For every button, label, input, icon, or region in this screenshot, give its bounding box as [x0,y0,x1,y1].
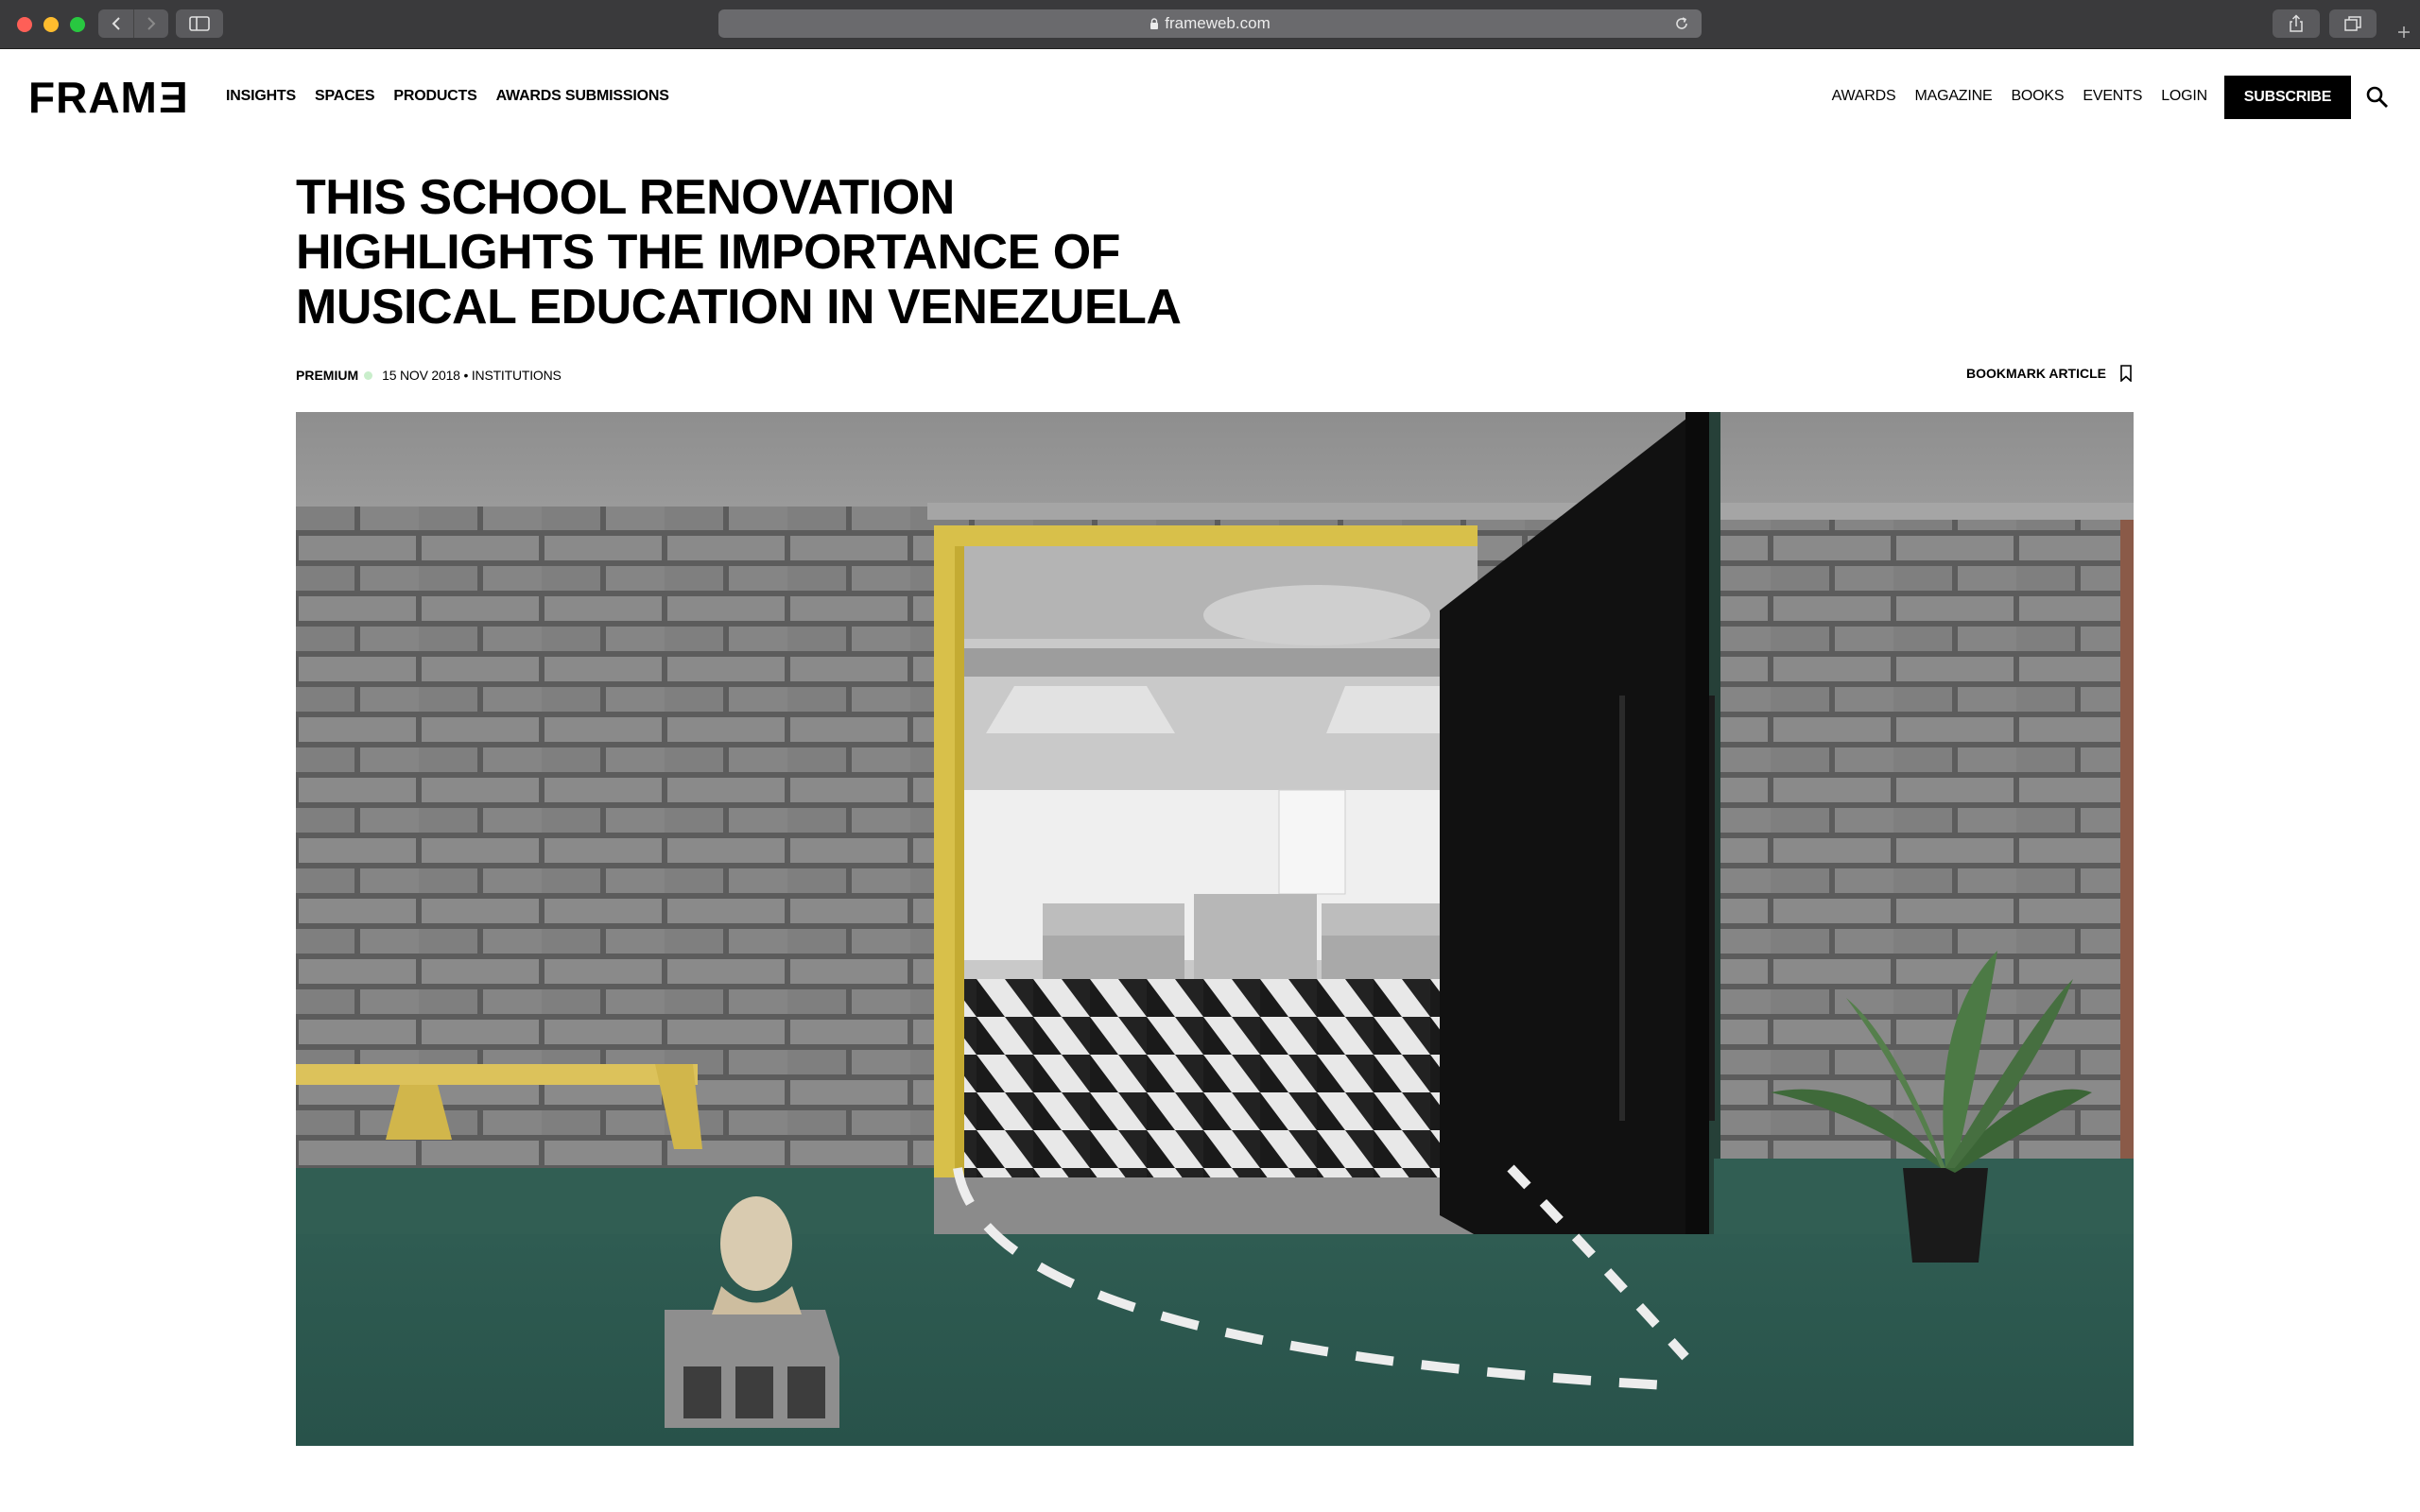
back-button[interactable] [98,9,133,38]
forward-button[interactable] [133,9,168,38]
fullscreen-window-button[interactable] [70,17,85,32]
reload-icon[interactable] [1673,15,1690,32]
site-header: FRAME INSIGHTS SPACES PRODUCTS AWARDS SU… [0,49,2420,144]
lock-icon [1150,17,1159,29]
article-meta: PREMIUM 15 NOV 2018 • INSTITUTIONS [296,368,562,383]
search-icon[interactable] [2365,85,2390,110]
premium-dot [364,370,373,380]
browser-toolbar: frameweb.com [0,0,2420,49]
frame-logo[interactable]: FRAME [28,73,188,122]
show-tabs-button[interactable] [2329,9,2377,38]
share-icon [2290,14,2303,32]
chevron-left-icon [112,17,120,30]
main-nav: INSIGHTS SPACES PRODUCTS AWARDS SUBMISSI… [226,87,669,106]
history-nav [98,9,168,38]
minimize-window-button[interactable] [43,17,59,32]
tabs-icon [2344,16,2361,31]
url-text: frameweb.com [1165,14,1270,32]
share-button[interactable] [2273,9,2320,38]
utility-nav: AWARDS MAGAZINE BOOKS EVENTS LOGIN [1832,87,2208,106]
nav-insights[interactable]: INSIGHTS [226,87,296,106]
article-title-line: MUSICAL EDUCATION IN VENEZUELA [296,280,1182,335]
close-window-button[interactable] [17,17,32,32]
bookmark-label: BOOKMARK ARTICLE [1965,366,2106,381]
school-entrance-photo [296,412,2134,1446]
address-bar[interactable]: frameweb.com [718,9,1702,38]
nav-events[interactable]: EVENTS [2083,87,2142,106]
nav-awards-submissions[interactable]: AWARDS SUBMISSIONS [496,87,669,106]
new-tab-button[interactable] [2388,15,2420,49]
plus-icon [2398,26,2410,38]
bookmark-article-button[interactable]: BOOKMARK ARTICLE [1966,365,2133,382]
nav-spaces[interactable]: SPACES [315,87,375,106]
subscribe-button[interactable]: SUBSCRIBE [2224,76,2351,119]
hero-image [296,412,2134,1446]
date-category: 15 NOV 2018 • INSTITUTIONS [382,368,562,383]
article-title-line: THIS SCHOOL RENOVATION [296,170,955,225]
chevron-right-icon [147,17,156,30]
nav-products[interactable]: PRODUCTS [393,87,476,106]
article-title-line: HIGHLIGHTS THE IMPORTANCE OF [296,225,1120,280]
nav-magazine[interactable]: MAGAZINE [1914,87,1992,106]
article-title: THIS SCHOOL RENOVATION HIGHLIGHTS THE IM… [296,170,1336,335]
premium-tag[interactable]: PREMIUM [296,368,358,383]
sidebar-toggle-button[interactable] [176,9,223,38]
nav-login[interactable]: LOGIN [2161,87,2207,106]
nav-books[interactable]: BOOKS [2011,87,2064,106]
sidebar-icon [189,16,210,31]
bookmark-icon [2120,365,2132,382]
nav-awards[interactable]: AWARDS [1832,87,1896,106]
